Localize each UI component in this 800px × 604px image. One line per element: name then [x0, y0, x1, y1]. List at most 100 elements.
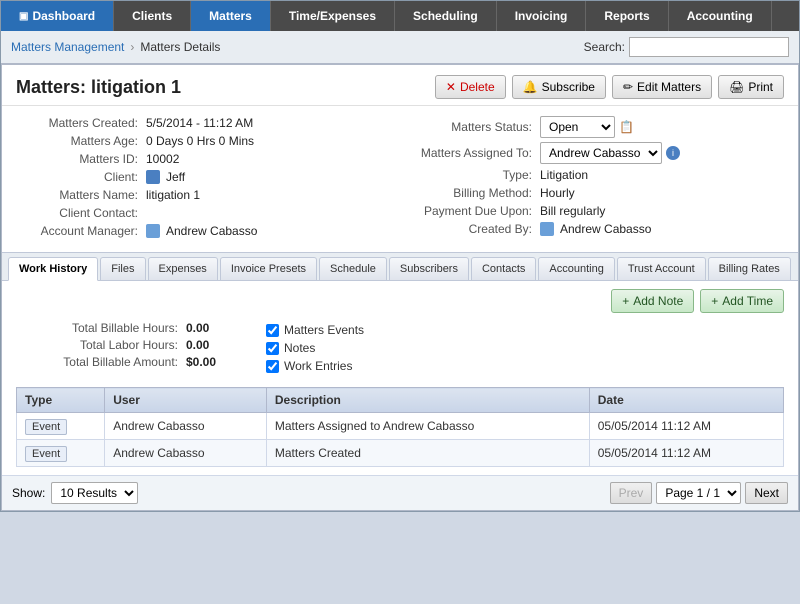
- work-entries-checkbox[interactable]: [266, 360, 279, 373]
- stat-billable-amount: Total Billable Amount: $0.00: [16, 355, 236, 369]
- row-user: Andrew Cabasso: [105, 413, 267, 440]
- status-select[interactable]: Open Closed Pending: [540, 116, 615, 138]
- tab-billing-rates[interactable]: Billing Rates: [708, 257, 791, 280]
- nav-reports[interactable]: Reports: [586, 1, 668, 31]
- print-button[interactable]: 🖨 Print: [718, 75, 784, 99]
- table-row: Event Andrew Cabasso Matters Assigned to…: [17, 413, 784, 440]
- status-edit-icon[interactable]: 📋: [619, 120, 634, 134]
- checkbox-work-entries: Work Entries: [266, 359, 364, 373]
- col-user: User: [105, 388, 267, 413]
- nav-invoicing[interactable]: Invoicing: [497, 1, 587, 31]
- detail-created-by: Created By: Andrew Cabasso: [410, 222, 784, 236]
- stat-billable-hours-label: Total Billable Hours:: [16, 321, 186, 335]
- created-by-icon: [540, 222, 554, 236]
- row-date: 05/05/2014 11:12 AM: [589, 413, 783, 440]
- details-right: Matters Status: Open Closed Pending 📋 Ma…: [410, 116, 784, 242]
- stat-billable-amount-value: $0.00: [186, 355, 216, 369]
- add-note-icon: +: [622, 294, 629, 308]
- table-body: Event Andrew Cabasso Matters Assigned to…: [17, 413, 784, 467]
- tab-content: + Add Note + Add Time Total Billable Hou…: [2, 281, 798, 475]
- breadcrumb-current: Matters Details: [140, 40, 220, 54]
- breadcrumb-bar: Matters Management › Matters Details Sea…: [1, 31, 799, 64]
- page-title: Matters: litigation 1: [16, 77, 181, 98]
- row-description: Matters Created: [266, 440, 589, 467]
- detail-assigned: Matters Assigned To: Andrew Cabasso i: [410, 142, 784, 164]
- detail-account-manager: Account Manager: Andrew Cabasso: [16, 224, 390, 238]
- show-label: Show:: [12, 486, 45, 500]
- print-icon: 🖨: [729, 80, 744, 94]
- tab-files[interactable]: Files: [100, 257, 145, 280]
- nav-time-expenses[interactable]: Time/Expenses: [271, 1, 395, 31]
- add-note-button[interactable]: + Add Note: [611, 289, 694, 313]
- delete-button[interactable]: ✕ Delete: [435, 75, 506, 99]
- col-date: Date: [589, 388, 783, 413]
- breadcrumb-parent[interactable]: Matters Management: [11, 40, 124, 54]
- nav-scheduling[interactable]: Scheduling: [395, 1, 497, 31]
- detail-payment: Payment Due Upon: Bill regularly: [410, 204, 784, 218]
- row-type: Event: [17, 413, 105, 440]
- results-per-page[interactable]: 10 Results 25 Results 50 Results: [51, 482, 138, 504]
- details-left: Matters Created: 5/5/2014 - 11:12 AM Mat…: [16, 116, 390, 242]
- notes-checkbox[interactable]: [266, 342, 279, 355]
- row-user: Andrew Cabasso: [105, 440, 267, 467]
- nav-clients[interactable]: Clients: [114, 1, 191, 31]
- page-header: Matters: litigation 1 ✕ Delete 🔔 Subscri…: [2, 65, 798, 106]
- add-time-icon: +: [711, 294, 718, 308]
- pagination-controls: Prev Page 1 / 1 Next: [610, 482, 788, 504]
- add-time-button[interactable]: + Add Time: [700, 289, 784, 313]
- checkbox-matters-events: Matters Events: [266, 323, 364, 337]
- subscribe-button[interactable]: 🔔 Subscribe: [512, 75, 606, 99]
- next-button[interactable]: Next: [745, 482, 788, 504]
- tab-accounting[interactable]: Accounting: [538, 257, 614, 280]
- edit-matters-button[interactable]: ✏ Edit Matters: [612, 75, 712, 99]
- client-icon: [146, 170, 160, 184]
- stat-billable-amount-label: Total Billable Amount:: [16, 355, 186, 369]
- detail-age: Matters Age: 0 Days 0 Hrs 0 Mins: [16, 134, 390, 148]
- detail-status: Matters Status: Open Closed Pending 📋: [410, 116, 784, 138]
- stats-section: Total Billable Hours: 0.00 Total Labor H…: [16, 321, 784, 377]
- checkbox-notes: Notes: [266, 341, 364, 355]
- stat-billable-hours: Total Billable Hours: 0.00: [16, 321, 236, 335]
- subscribe-icon: 🔔: [523, 80, 538, 94]
- stat-labor-hours-label: Total Labor Hours:: [16, 338, 186, 352]
- stat-labor-hours-value: 0.00: [186, 338, 209, 352]
- tab-schedule[interactable]: Schedule: [319, 257, 387, 280]
- matters-events-checkbox[interactable]: [266, 324, 279, 337]
- detail-matters-name: Matters Name: litigation 1: [16, 188, 390, 202]
- pagination-bar: Show: 10 Results 25 Results 50 Results P…: [2, 475, 798, 510]
- breadcrumb-separator: ›: [130, 40, 134, 54]
- nav-dashboard[interactable]: ▣ Dashboard: [1, 1, 114, 31]
- detail-type: Type: Litigation: [410, 168, 784, 182]
- detail-created: Matters Created: 5/5/2014 - 11:12 AM: [16, 116, 390, 130]
- assigned-info-icon[interactable]: i: [666, 146, 680, 160]
- edit-icon: ✏: [623, 80, 633, 94]
- nav-matters[interactable]: Matters: [191, 1, 271, 31]
- detail-billing-method: Billing Method: Hourly: [410, 186, 784, 200]
- delete-icon: ✕: [446, 80, 456, 94]
- assigned-select[interactable]: Andrew Cabasso: [540, 142, 662, 164]
- details-section: Matters Created: 5/5/2014 - 11:12 AM Mat…: [2, 106, 798, 252]
- dashboard-icon: ▣: [19, 11, 28, 22]
- tabs-bar: Work History Files Expenses Invoice Pres…: [2, 252, 798, 281]
- prev-button[interactable]: Prev: [610, 482, 653, 504]
- header-buttons: ✕ Delete 🔔 Subscribe ✏ Edit Matters 🖨 Pr…: [435, 75, 784, 99]
- nav-accounting[interactable]: Accounting: [669, 1, 772, 31]
- row-type: Event: [17, 440, 105, 467]
- show-results: Show: 10 Results 25 Results 50 Results: [12, 482, 138, 504]
- table-row: Event Andrew Cabasso Matters Created 05/…: [17, 440, 784, 467]
- tab-work-history[interactable]: Work History: [8, 257, 98, 281]
- stats-left: Total Billable Hours: 0.00 Total Labor H…: [16, 321, 236, 377]
- tab-trust-account[interactable]: Trust Account: [617, 257, 706, 280]
- detail-client-contact: Client Contact:: [16, 206, 390, 220]
- row-date: 05/05/2014 11:12 AM: [589, 440, 783, 467]
- tab-expenses[interactable]: Expenses: [148, 257, 218, 280]
- action-row: + Add Note + Add Time: [16, 289, 784, 313]
- top-nav: ▣ Dashboard Clients Matters Time/Expense…: [1, 1, 799, 31]
- tab-invoice-presets[interactable]: Invoice Presets: [220, 257, 317, 280]
- search-input[interactable]: [629, 37, 789, 57]
- page-select[interactable]: Page 1 / 1: [656, 482, 741, 504]
- tab-contacts[interactable]: Contacts: [471, 257, 536, 280]
- col-type: Type: [17, 388, 105, 413]
- stat-billable-hours-value: 0.00: [186, 321, 209, 335]
- tab-subscribers[interactable]: Subscribers: [389, 257, 469, 280]
